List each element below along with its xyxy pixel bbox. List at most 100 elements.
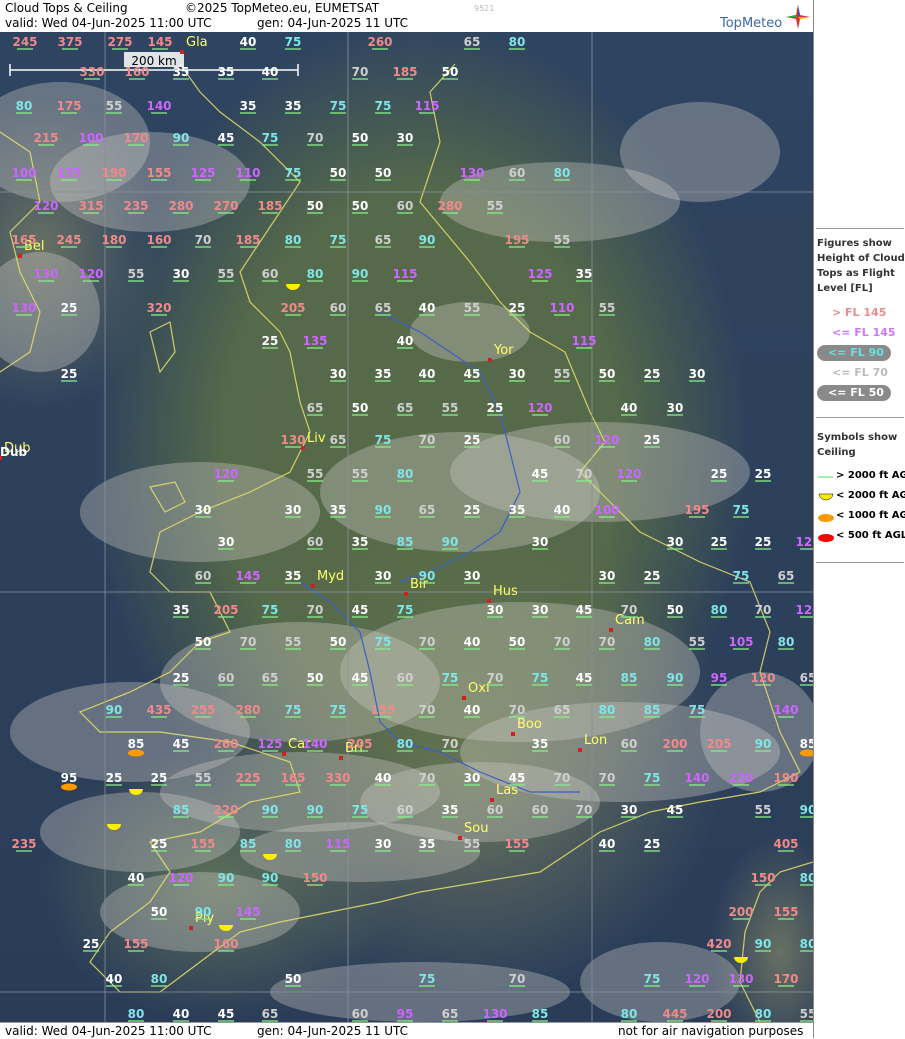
city-marker [488, 358, 492, 362]
city-marker [311, 584, 315, 588]
cloud-top-label: 90 [218, 871, 235, 885]
cloud-top-label: 185 [257, 199, 282, 213]
chart-title: Cloud Tops & Ceiling [5, 1, 128, 15]
cloud-top-label: 75 [330, 99, 347, 113]
cloud-top-label: 115 [414, 99, 439, 113]
cloud-top-label: 60 [532, 803, 549, 817]
cloud-top-label: 30 [532, 535, 549, 549]
cloud-top-label: 260 [367, 35, 392, 49]
cloud-top-label: 50 [307, 199, 324, 213]
cloud-top-label: 125 [190, 166, 215, 180]
cloud-top-label: 70 [554, 771, 571, 785]
cloud-top-label: 445 [662, 1007, 687, 1021]
cloud-top-label: 70 [576, 467, 593, 481]
cloud-top-label: 40 [262, 65, 279, 79]
cloud-top-label: 65 [330, 433, 347, 447]
cloud-top-label: 90 [419, 569, 436, 583]
cloud-top-label: 55 [307, 467, 324, 481]
cloud-top-label: 60 [307, 535, 324, 549]
cloud-top-label: 55 [285, 635, 302, 649]
cloud-top-label: 55 [464, 301, 481, 315]
city-label-gla: Gla [186, 35, 208, 50]
legend-symbols-title: Symbols show Ceiling [817, 432, 898, 458]
cloud-top-label: 75 [733, 503, 750, 517]
city-label-hus: Hus [493, 584, 518, 599]
cloud-top-label: 245 [12, 35, 37, 49]
cloud-top-label: 30 [599, 569, 616, 583]
cloud-top-label: 40 [599, 837, 616, 851]
cloud-top-label: 65 [397, 401, 414, 415]
cloud-top-label: 25 [61, 367, 78, 381]
cloud-top-label: 75 [262, 131, 279, 145]
city-marker [462, 696, 466, 700]
cloud-top-label: 50 [667, 603, 684, 617]
cloud-top-label: 35 [285, 99, 302, 113]
cloud-top-label: 80 [509, 35, 526, 49]
city-marker [458, 836, 462, 840]
cloud-top-label: 70 [240, 635, 257, 649]
cloud-top-label: 140 [684, 771, 709, 785]
cloud-top-label: 70 [755, 603, 772, 617]
ceiling-symbol-orange [128, 749, 144, 757]
cloud-top-label: 280 [437, 199, 462, 213]
cloud-top-label: 225 [235, 771, 260, 785]
cloud-top-label: 90 [375, 503, 392, 517]
cloud-top-label: 40 [621, 401, 638, 415]
cloud-top-label: 150 [750, 871, 775, 885]
cloud-top-label: 55 [442, 401, 459, 415]
cloud-top-label: 120 [213, 467, 238, 481]
cloud-top-label: 65 [464, 35, 481, 49]
cloud-top-label: 90 [106, 703, 123, 717]
cloud-top-label: 245 [56, 233, 81, 247]
cloud-top-label: 35 [419, 837, 436, 851]
cloud-top-label: 205 [347, 737, 372, 751]
cloud-top-label: 90 [195, 905, 212, 919]
cloud-top-label: 25 [464, 433, 481, 447]
city-label-sou: Sou [464, 821, 488, 836]
cloud-top-label: 55 [755, 803, 772, 817]
cloud-top-label: 65 [307, 401, 324, 415]
cloud-top-label: 30 [689, 367, 706, 381]
cloud-top-label: 155 [146, 166, 171, 180]
cloud-top-label: 110 [235, 166, 260, 180]
ceiling-legend-text: < 1000 ft AGL [836, 510, 905, 521]
cloud-top-label: 35 [218, 65, 235, 79]
logo-text: TopMeteo [720, 16, 783, 31]
cloud-top-label: 35 [375, 367, 392, 381]
cloud-top-label: 70 [419, 703, 436, 717]
cloud-top-label: 30 [667, 401, 684, 415]
footer-generated-time: gen: 04-Jun-2025 11 UTC [257, 1024, 409, 1038]
satellite-map[interactable]: 200 km Gla Bel Yor Liv Dub Myd Bir Hus Cam Oxf Car B… [0, 32, 813, 1022]
cloud-top-label: 145 [235, 905, 260, 919]
cloud-top-label: 205 [706, 737, 731, 751]
cloud-top-label: 35 [173, 603, 190, 617]
cloud-top-label: 90 [667, 671, 684, 685]
cloud-top-label: 45 [576, 671, 593, 685]
fl-legend-item: > FL 145 [814, 304, 905, 322]
cloud-top-label: 30 [464, 569, 481, 583]
cloud-top-label: 125 [795, 535, 813, 549]
cloud-top-label: 75 [375, 433, 392, 447]
cloud-top-label: 50 [509, 635, 526, 649]
cloud-top-label: 65 [375, 301, 392, 315]
cloud-top-label: 165 [11, 233, 36, 247]
cloud-top-label: 35 [173, 65, 190, 79]
ceiling-symbol-icon [818, 514, 834, 522]
city-marker [189, 926, 193, 930]
topmeteo-logo: TopMeteo [720, 4, 812, 31]
disclaimer-text: not for air navigation purposes [618, 1024, 804, 1038]
coastline [149, 321, 176, 374]
cloud-top-label: 65 [442, 1007, 459, 1021]
cloud-top-label: 25 [644, 837, 661, 851]
cloud-top-label: 75 [689, 703, 706, 717]
cloud-top-label: 70 [509, 703, 526, 717]
cloud-top-label: 130 [11, 301, 36, 315]
cloud-top-label: 45 [464, 367, 481, 381]
cloud-top-label: 55 [487, 199, 504, 213]
cloud-top-label: 25 [509, 301, 526, 315]
cloud-top-label: 80 [621, 1007, 638, 1021]
cloud-top-label: 25 [711, 535, 728, 549]
cloud-top-label: 25 [61, 301, 78, 315]
cloud-top-label: 45 [352, 671, 369, 685]
cloud-top-label: 75 [419, 972, 436, 986]
